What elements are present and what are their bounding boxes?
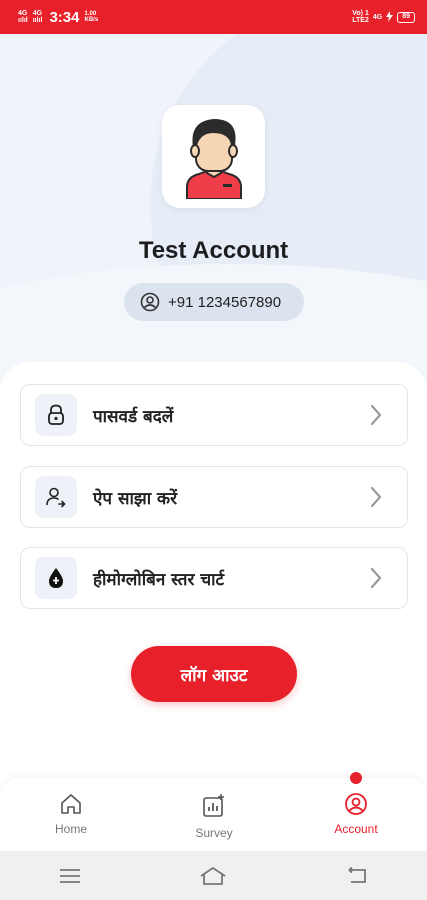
nav-label-account: Account [334,822,378,836]
signal-indicator-2: 4G ıılıl [33,10,43,24]
signal-indicator-1: 4G ıılıl [18,10,28,24]
volte-bottom: LTE2 [352,17,369,24]
lock-icon [35,394,77,436]
avatar [162,105,265,208]
network-type-3: 4G [372,13,383,21]
menu-item-label: पासवर्ड बदलें [93,406,174,427]
share-user-icon [35,476,77,518]
status-bar: 4G ıılıl 4G ıılıl 3:34 1.00 KB/s Vo) 1 L… [0,0,427,34]
menu-item-change-password[interactable]: पासवर्ड बदलें [20,384,408,446]
phone-number: +91 1234567890 [168,293,282,311]
chevron-right-icon [370,486,382,508]
nav-label-survey: Survey [195,826,233,840]
home-nav-icon[interactable] [199,866,227,886]
blood-drop-icon [35,557,77,599]
profile-name: Test Account [138,237,289,264]
network-type-1: 4G [18,10,28,17]
menu-item-share-app[interactable]: ऐप साझा करें [20,466,408,528]
back-icon[interactable] [346,866,368,885]
signal-bars-1: ıılıl [18,17,28,24]
nav-tab-home[interactable]: Home [26,792,116,836]
system-navigation-bar [0,851,427,900]
menu-item-label: हीमोग्लोबिन स्तर चार्ट [93,569,225,590]
status-time: 3:34 [49,8,80,26]
network-type-2: 4G [32,10,43,17]
menu-item-label: ऐप साझा करें [93,488,178,509]
chevron-right-icon [370,404,382,426]
home-icon [61,794,81,814]
user-circle-icon [140,292,160,312]
signal-bars-2: ıılıl [32,17,43,24]
chevron-right-icon [370,567,382,589]
survey-icon [203,794,224,817]
charging-icon [386,10,394,24]
volte-top: Vo) 1 [352,10,369,17]
menu-item-hemoglobin-chart[interactable]: हीमोग्लोबिन स्तर चार्ट [20,547,408,609]
nav-tab-survey[interactable]: Survey [169,792,259,840]
profile-header-background [0,34,427,394]
battery-icon: 89 [397,11,415,23]
active-tab-indicator [350,772,362,784]
volte-indicator: Vo) 1 LTE2 [352,10,369,24]
nav-label-home: Home [54,822,87,836]
account-icon [345,793,367,815]
phone-badge: +91 1234567890 [124,283,304,321]
network-speed: 1.00 KB/s [85,11,99,23]
bottom-navigation: Home Survey Account [0,772,427,851]
logout-button[interactable]: लॉग आउट [131,646,297,702]
speed-unit: KB/s [84,17,99,23]
nav-tab-account[interactable]: Account [311,792,401,836]
user-avatar-icon [185,118,242,199]
menu-icon[interactable] [59,868,81,884]
